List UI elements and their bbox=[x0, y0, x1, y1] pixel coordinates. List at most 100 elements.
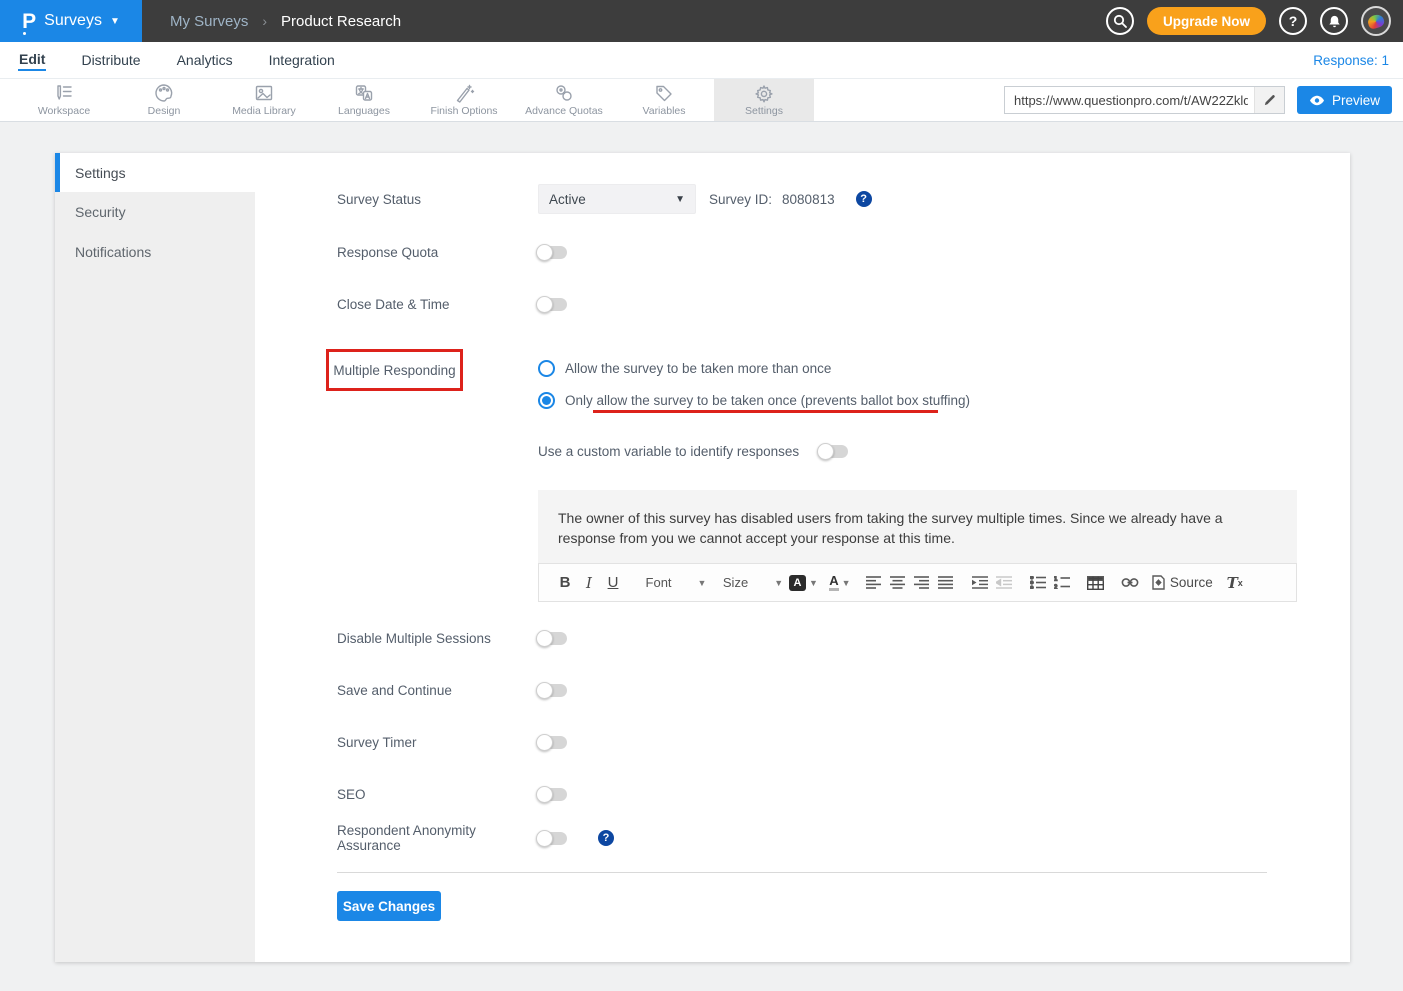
seo-toggle[interactable] bbox=[538, 788, 567, 801]
increase-indent-button[interactable] bbox=[968, 570, 992, 596]
source-button[interactable]: Source bbox=[1152, 570, 1213, 596]
seo-label: SEO bbox=[337, 787, 538, 802]
breadcrumb-parent[interactable]: My Surveys bbox=[170, 13, 248, 30]
survey-status-help-icon[interactable]: ? bbox=[856, 191, 872, 207]
svg-text:2: 2 bbox=[1054, 585, 1058, 589]
align-left-button[interactable] bbox=[862, 570, 886, 596]
custom-variable-toggle[interactable] bbox=[819, 445, 848, 458]
help-button[interactable]: ? bbox=[1279, 7, 1307, 35]
multiple-responding-annotation-box: Multiple Responding bbox=[326, 349, 463, 391]
section-nav: Edit Distribute Analytics Integration Re… bbox=[0, 42, 1403, 79]
insert-table-button[interactable] bbox=[1084, 570, 1108, 596]
survey-timer-toggle[interactable] bbox=[538, 736, 567, 749]
settings-sidebar: Settings Security Notifications bbox=[55, 153, 255, 962]
italic-button[interactable]: I bbox=[577, 570, 601, 596]
toolbar-item-workspace[interactable]: Workspace bbox=[14, 79, 114, 121]
underline-button[interactable]: U bbox=[601, 570, 625, 596]
multiple-responding-option-1[interactable]: Allow the survey to be taken more than o… bbox=[538, 353, 831, 383]
insert-link-button[interactable] bbox=[1118, 570, 1142, 596]
toolbar-item-media-library[interactable]: Media Library bbox=[214, 79, 314, 121]
sidebar-rest: Security Notifications bbox=[55, 192, 255, 962]
font-dropdown[interactable]: Font▼ bbox=[635, 570, 717, 596]
question-mark-icon: ? bbox=[1289, 13, 1298, 29]
magic-wand-icon bbox=[453, 83, 475, 103]
user-avatar[interactable] bbox=[1361, 6, 1391, 36]
size-dropdown[interactable]: Size▼ bbox=[727, 570, 779, 596]
select-caret-icon: ▼ bbox=[675, 194, 685, 205]
form-divider bbox=[337, 872, 1267, 873]
response-quota-toggle[interactable] bbox=[538, 246, 567, 259]
svg-text:1: 1 bbox=[1054, 577, 1058, 583]
respondent-anonymity-label: Respondent Anonymity Assurance bbox=[337, 823, 538, 853]
chevron-down-icon: ▼ bbox=[809, 578, 818, 588]
search-icon bbox=[1113, 14, 1127, 28]
save-changes-button[interactable]: Save Changes bbox=[337, 891, 441, 921]
survey-timer-row: Survey Timer bbox=[337, 727, 567, 757]
align-center-button[interactable] bbox=[886, 570, 910, 596]
edit-url-button[interactable] bbox=[1254, 87, 1284, 113]
save-and-continue-label: Save and Continue bbox=[337, 683, 538, 698]
toolbar-item-advance-quotas[interactable]: Advance Quotas bbox=[514, 79, 614, 121]
translate-icon bbox=[353, 83, 375, 103]
multiple-responding-label: Multiple Responding bbox=[333, 363, 455, 378]
custom-variable-row: Use a custom variable to identify respon… bbox=[538, 436, 848, 466]
align-left-icon bbox=[866, 576, 881, 589]
justify-button[interactable] bbox=[934, 570, 958, 596]
survey-status-select[interactable]: Active ▼ bbox=[538, 184, 696, 214]
save-and-continue-row: Save and Continue bbox=[337, 675, 567, 705]
highlight-color-button[interactable]: A▼ bbox=[789, 570, 818, 596]
pencil-icon bbox=[1263, 94, 1276, 107]
toolbar-right: Preview bbox=[1004, 79, 1403, 121]
eye-icon bbox=[1309, 95, 1325, 106]
text-color-button[interactable]: A▼ bbox=[828, 570, 852, 596]
disable-multiple-sessions-toggle[interactable] bbox=[538, 632, 567, 645]
justify-icon bbox=[938, 576, 953, 589]
survey-url-input[interactable] bbox=[1005, 93, 1254, 108]
sidebar-item-notifications[interactable]: Notifications bbox=[55, 232, 255, 272]
seo-row: SEO bbox=[337, 779, 567, 809]
bell-icon bbox=[1327, 14, 1342, 29]
sidebar-item-security[interactable]: Security bbox=[55, 192, 255, 232]
bold-button[interactable]: B bbox=[553, 570, 577, 596]
preview-button[interactable]: Preview bbox=[1297, 86, 1392, 114]
tab-edit[interactable]: Edit bbox=[18, 49, 46, 71]
toolbar-item-design[interactable]: Design bbox=[114, 79, 214, 121]
disable-multiple-sessions-row: Disable Multiple Sessions bbox=[337, 623, 567, 653]
respondent-anonymity-help-icon[interactable]: ? bbox=[598, 830, 614, 846]
align-center-icon bbox=[890, 576, 905, 589]
toolbar-item-finish-options[interactable]: Finish Options bbox=[414, 79, 514, 121]
align-right-button[interactable] bbox=[910, 570, 934, 596]
close-date-toggle[interactable] bbox=[538, 298, 567, 311]
upgrade-now-button[interactable]: Upgrade Now bbox=[1147, 7, 1266, 35]
breadcrumb: My Surveys › Product Research bbox=[142, 0, 401, 42]
tab-integration[interactable]: Integration bbox=[268, 50, 336, 70]
annotation-underline bbox=[593, 410, 938, 413]
rich-text-toolbar: B I U Font▼ Size▼ A▼ A▼ 12 Source Tx bbox=[538, 563, 1297, 602]
survey-url-box bbox=[1004, 86, 1285, 114]
notifications-button[interactable] bbox=[1320, 7, 1348, 35]
align-right-icon bbox=[914, 576, 929, 589]
sidebar-item-settings[interactable]: Settings bbox=[55, 153, 255, 192]
text-color-icon: A bbox=[829, 574, 838, 591]
tab-analytics[interactable]: Analytics bbox=[176, 50, 234, 70]
response-quota-row: Response Quota bbox=[337, 237, 567, 267]
bullet-list-button[interactable] bbox=[1026, 570, 1050, 596]
multiple-response-message[interactable]: The owner of this survey has disabled us… bbox=[538, 490, 1297, 563]
toolbar-item-variables[interactable]: Variables bbox=[614, 79, 714, 121]
product-switcher[interactable]: P Surveys ▼ bbox=[0, 0, 142, 42]
chevron-down-icon: ▼ bbox=[842, 578, 851, 588]
save-and-continue-toggle[interactable] bbox=[538, 684, 567, 697]
image-icon bbox=[253, 83, 275, 103]
tab-distribute[interactable]: Distribute bbox=[80, 50, 141, 70]
numbered-list-button[interactable]: 12 bbox=[1050, 570, 1074, 596]
toolbar-item-languages[interactable]: Languages bbox=[314, 79, 414, 121]
chain-links-icon bbox=[553, 83, 575, 103]
respondent-anonymity-row: Respondent Anonymity Assurance ? bbox=[337, 823, 614, 853]
remove-format-button[interactable]: Tx bbox=[1223, 570, 1247, 596]
decrease-indent-button[interactable] bbox=[992, 570, 1016, 596]
respondent-anonymity-toggle[interactable] bbox=[538, 832, 567, 845]
response-count[interactable]: Response: 1 bbox=[1313, 53, 1389, 68]
survey-id-value: 8080813 bbox=[782, 192, 835, 207]
search-button[interactable] bbox=[1106, 7, 1134, 35]
toolbar-item-settings[interactable]: Settings bbox=[714, 79, 814, 121]
